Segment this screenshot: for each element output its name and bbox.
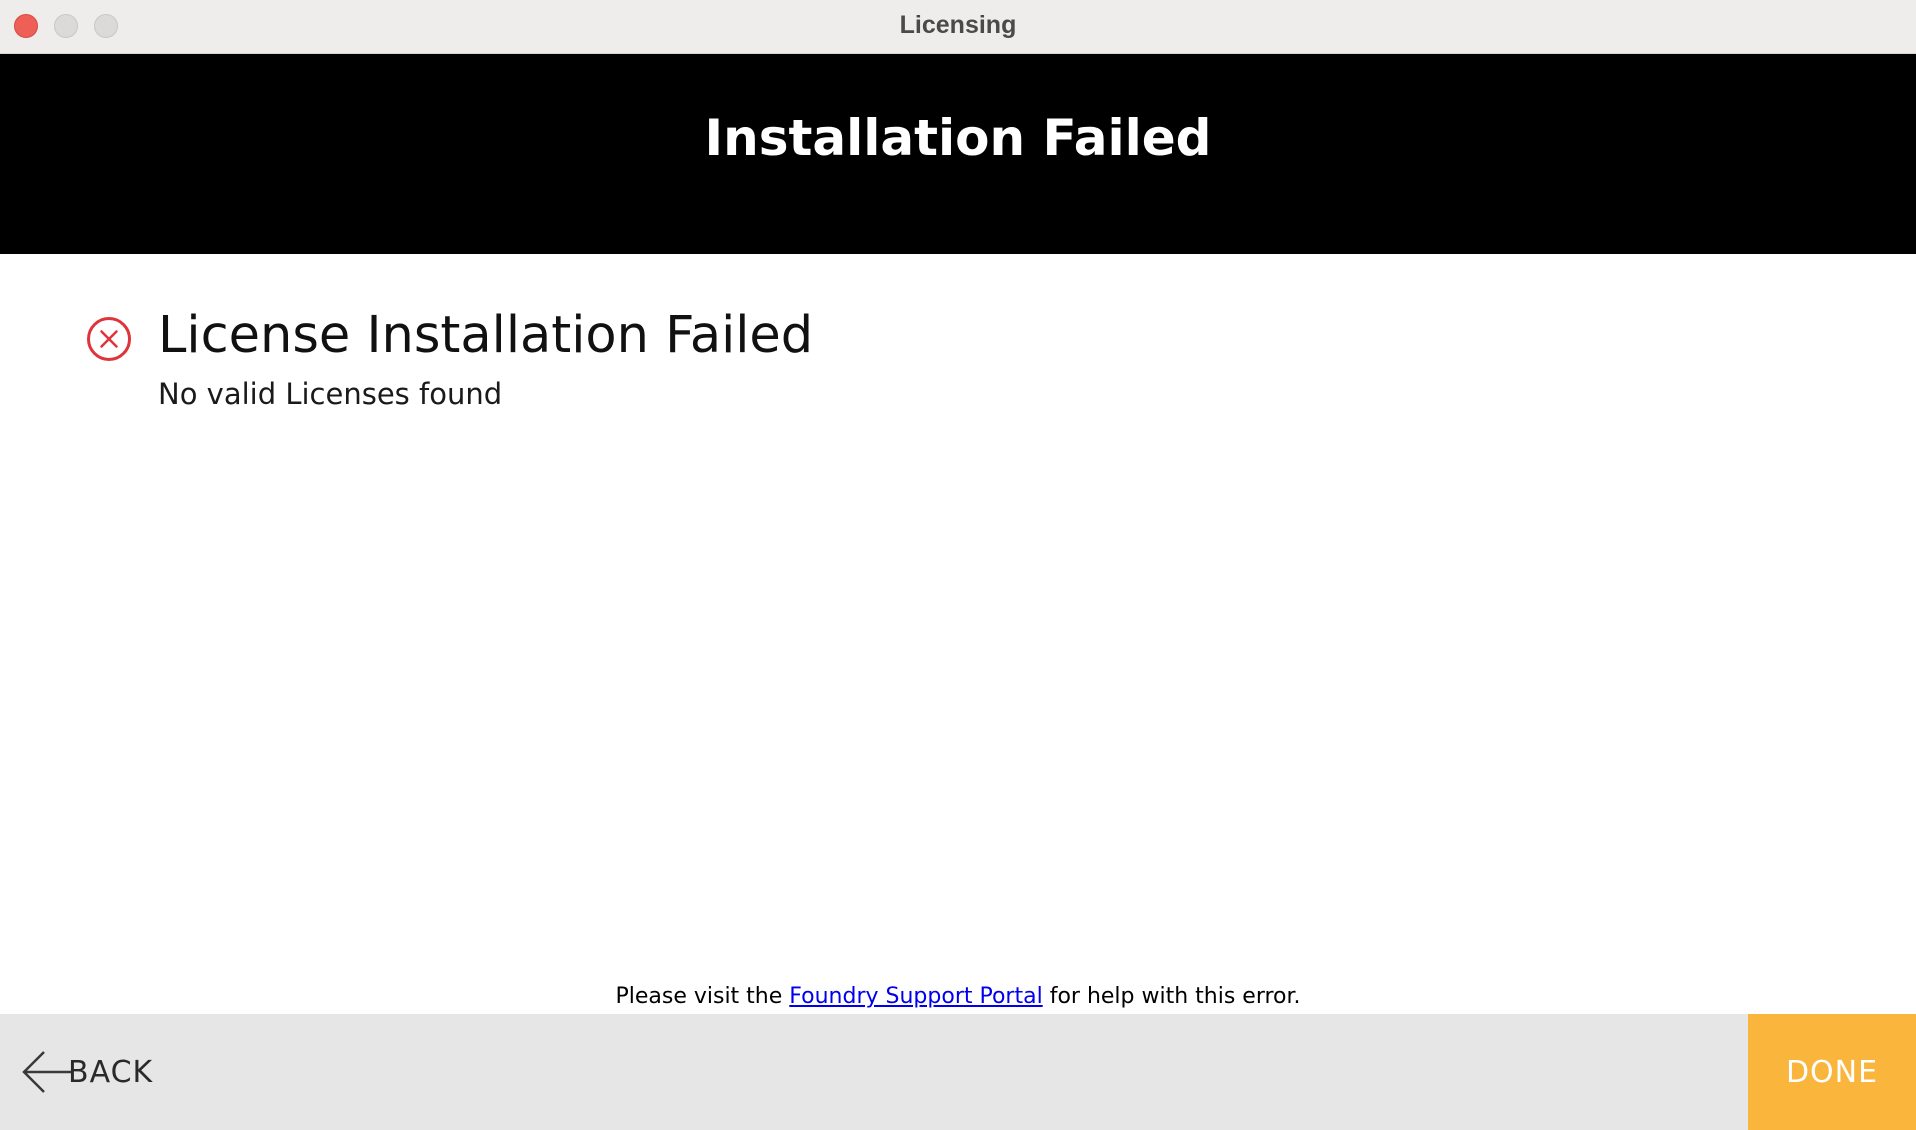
error-circle-x-icon bbox=[87, 317, 131, 361]
page-title: Installation Failed bbox=[704, 109, 1212, 167]
status-detail: No valid Licenses found bbox=[158, 377, 503, 411]
support-portal-link[interactable]: Foundry Support Portal bbox=[789, 984, 1042, 1009]
footer-bar: BACK DONE bbox=[0, 1014, 1916, 1130]
title-bar: Licensing bbox=[0, 0, 1916, 54]
done-button-label: DONE bbox=[1785, 1054, 1879, 1090]
help-suffix: for help with this error. bbox=[1042, 984, 1301, 1009]
back-button-label: BACK bbox=[68, 1054, 154, 1090]
arrow-left-icon bbox=[22, 1051, 72, 1093]
status-title: License Installation Failed bbox=[158, 306, 814, 365]
back-button[interactable]: BACK bbox=[22, 1038, 153, 1106]
licensing-window: Licensing Installation Failed License In… bbox=[0, 0, 1916, 1130]
help-message: Please visit the Foundry Support Portal … bbox=[0, 982, 1916, 1012]
help-prefix: Please visit the bbox=[615, 984, 790, 1009]
done-button[interactable]: DONE bbox=[1748, 1014, 1916, 1130]
window-title: Licensing bbox=[899, 11, 1017, 39]
